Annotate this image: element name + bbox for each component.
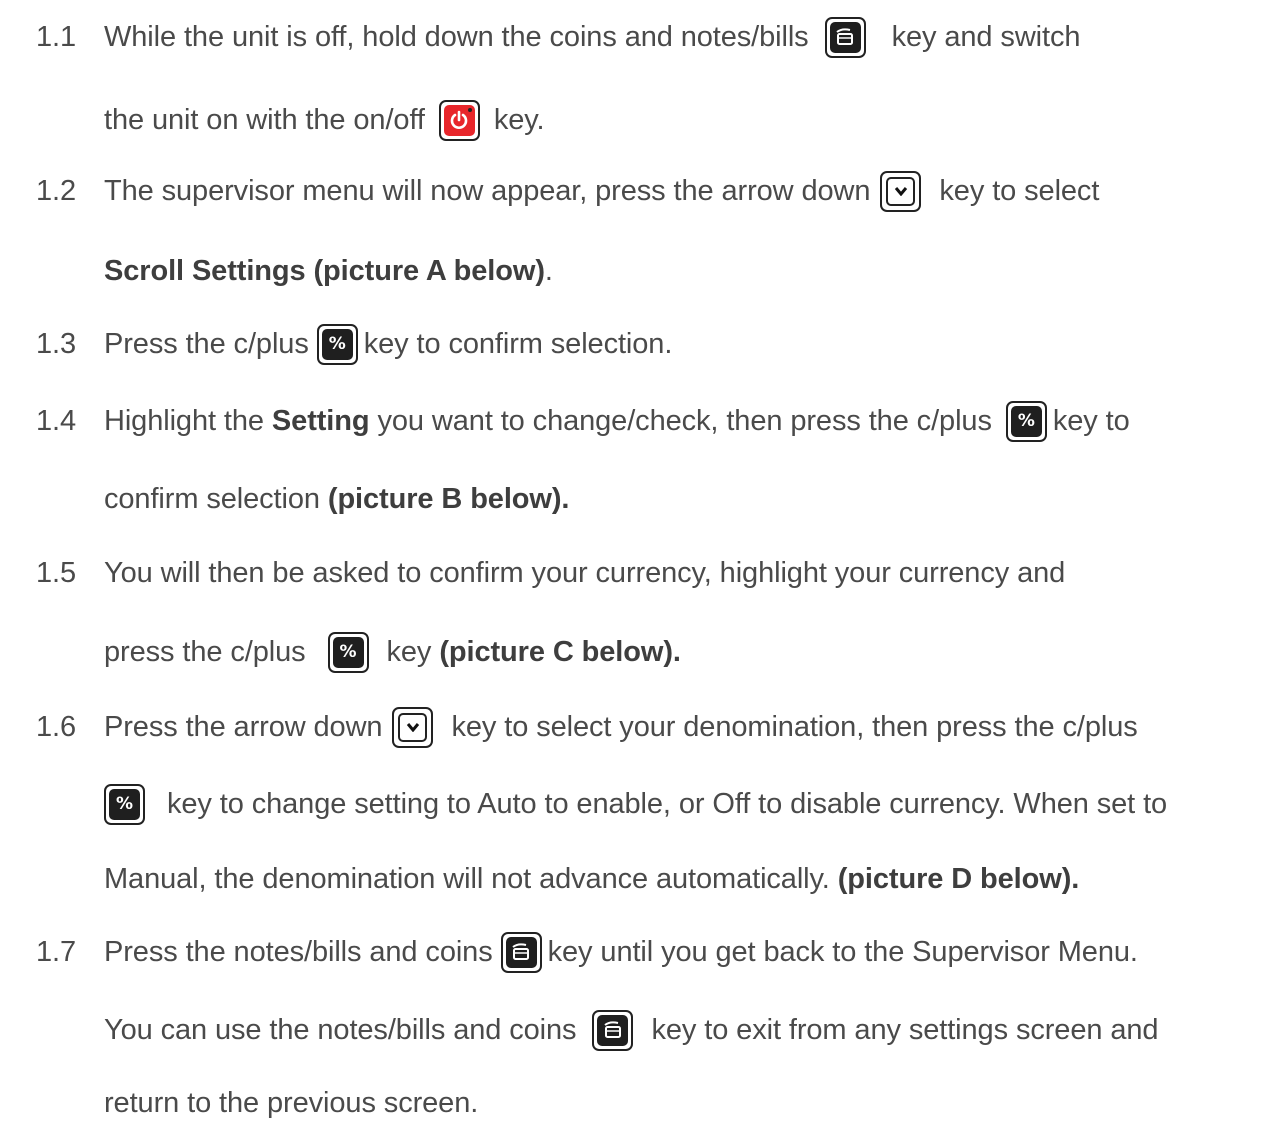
step-text-bold: Scroll Settings (picture A below) bbox=[104, 254, 545, 287]
c-plus-key-icon: % bbox=[316, 323, 358, 365]
c-plus-key-icon: % bbox=[327, 631, 369, 673]
step-text: key until you get back to the Supervisor… bbox=[547, 935, 1138, 968]
step-text: Manual, the denomination will not advanc… bbox=[104, 862, 830, 895]
step-number: 1.3 bbox=[36, 327, 77, 360]
step-number: 1.5 bbox=[36, 556, 77, 589]
step-number: 1.6 bbox=[36, 710, 77, 743]
step-text: The supervisor menu will now appear, pre… bbox=[104, 174, 871, 207]
step-text: key and switch bbox=[891, 20, 1081, 53]
step-text: Highlight the bbox=[104, 404, 264, 437]
c-plus-key-icon: % bbox=[104, 783, 145, 825]
step-text-bold: (picture D below). bbox=[837, 862, 1080, 895]
step-text: key to bbox=[1052, 404, 1130, 437]
step-text: . bbox=[544, 254, 553, 287]
step-text-bold: Setting bbox=[271, 404, 370, 437]
step-text: the unit on with the on/off bbox=[104, 103, 425, 136]
step-text: key. bbox=[493, 103, 545, 136]
step-text: press the c/plus bbox=[104, 635, 306, 668]
step-text: You can use the notes/bills and coins bbox=[104, 1013, 577, 1046]
step-text: key bbox=[386, 635, 432, 668]
step-text: Press the c/plus bbox=[104, 327, 309, 360]
step-text: Press the notes/bills and coins bbox=[104, 935, 493, 968]
c-plus-key-icon: % bbox=[1005, 400, 1047, 442]
step-text: While the unit is off, hold down the coi… bbox=[104, 20, 809, 53]
step-text: key to confirm selection. bbox=[363, 327, 673, 360]
step-text: you want to change/check, then press the… bbox=[377, 404, 992, 437]
step-text: key to exit from any settings screen and bbox=[651, 1013, 1159, 1046]
step-text: key to change setting to Auto to enable,… bbox=[167, 787, 1168, 820]
step-text: key to select your denomination, then pr… bbox=[451, 710, 1138, 743]
step-text: return to the previous screen. bbox=[104, 1086, 479, 1119]
step-text-bold: (picture C below). bbox=[439, 635, 681, 668]
arrow-down-key-icon bbox=[880, 170, 922, 212]
step-number: 1.2 bbox=[36, 174, 77, 207]
coins-notes-key-icon bbox=[500, 931, 542, 973]
step-number: 1.1 bbox=[36, 20, 77, 53]
step-text: key to select bbox=[939, 174, 1100, 207]
step-text: Press the arrow down bbox=[104, 710, 383, 743]
arrow-down-key-icon bbox=[392, 706, 434, 748]
step-text: You will then be asked to confirm your c… bbox=[104, 556, 1066, 589]
coins-notes-key-icon bbox=[824, 16, 866, 58]
step-text: confirm selection bbox=[104, 482, 320, 515]
step-number: 1.7 bbox=[36, 935, 77, 968]
coins-notes-key-icon bbox=[592, 1009, 634, 1051]
step-number: 1.4 bbox=[36, 404, 77, 437]
power-key-icon bbox=[438, 99, 480, 141]
step-text-bold: (picture B below). bbox=[327, 482, 570, 515]
